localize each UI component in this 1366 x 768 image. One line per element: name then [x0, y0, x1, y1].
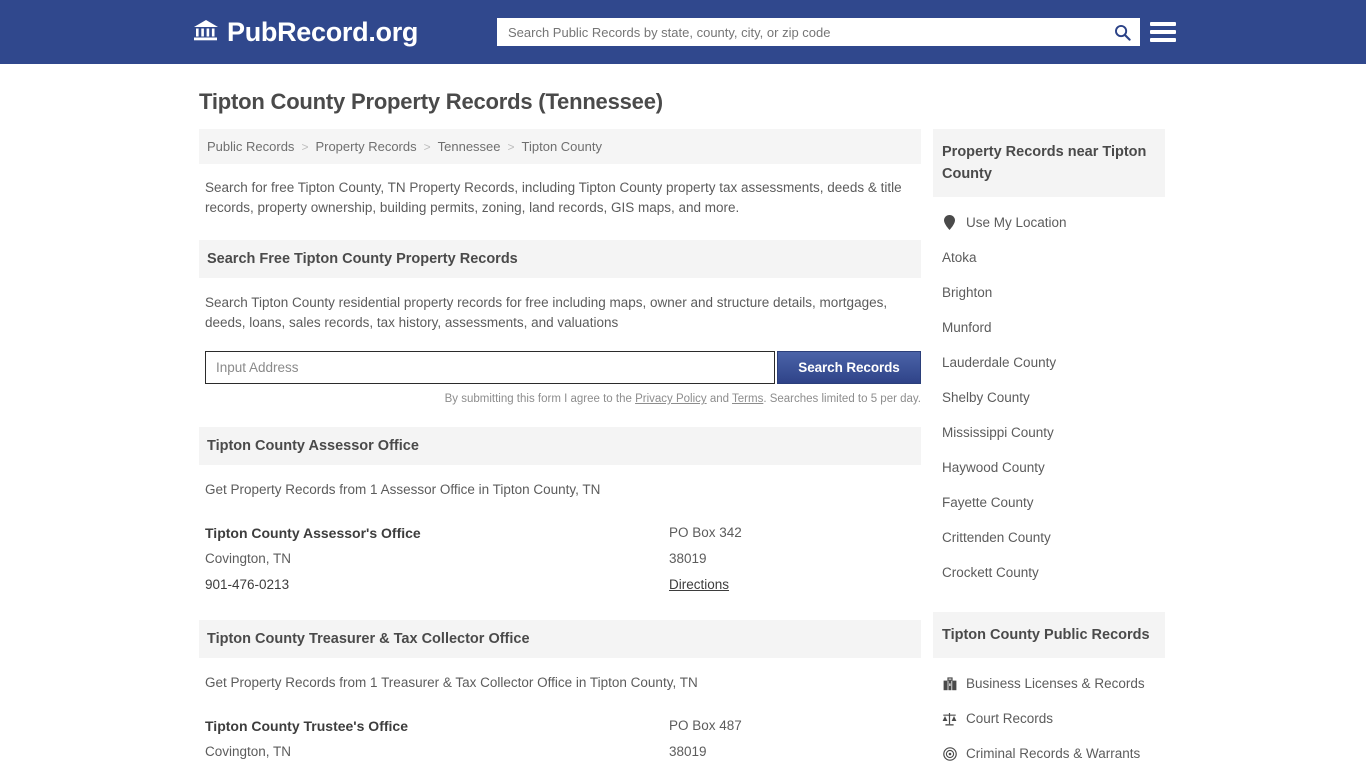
treasurer-section-body: Get Property Records from 1 Treasurer & … — [199, 658, 921, 768]
treasurer-section-heading: Tipton County Treasurer & Tax Collector … — [199, 620, 921, 658]
sidebar-item-label: Court Records — [966, 711, 1054, 726]
treasurer-section-description: Get Property Records from 1 Treasurer & … — [205, 675, 698, 690]
hamburger-menu-icon[interactable] — [1150, 20, 1176, 44]
sidebar-item-label: Munford — [942, 320, 992, 335]
address-input[interactable] — [205, 351, 775, 384]
site-logo[interactable]: PubRecord.org — [193, 18, 418, 47]
office-entry: Tipton County Trustee's Office Covington… — [205, 693, 915, 768]
header-search-bar[interactable] — [497, 18, 1140, 46]
office-phone: 901-476-0213 — [205, 577, 290, 592]
breadcrumb-item-public-records[interactable]: Public Records — [207, 139, 294, 154]
sidebar-item-haywood-county[interactable]: Haywood County — [942, 450, 1165, 485]
sidebar-item-lauderdale-county[interactable]: Lauderdale County — [942, 345, 1165, 380]
breadcrumb-item-property-records[interactable]: Property Records — [315, 139, 416, 154]
office-name[interactable]: Tipton County Assessor's Office — [205, 520, 669, 546]
hamburger-bar — [1150, 22, 1176, 26]
sidebar-item-label: Crittenden County — [942, 530, 1051, 545]
terms-link[interactable]: Terms — [732, 393, 763, 405]
breadcrumb-separator: > — [507, 139, 515, 154]
assessor-section-description: Get Property Records from 1 Assessor Off… — [205, 482, 601, 497]
office-city: Covington, TN — [205, 744, 292, 759]
page-title: Tipton County Property Records (Tennesse… — [199, 89, 663, 114]
breadcrumb-item-tipton-county[interactable]: Tipton County — [522, 139, 602, 154]
sidebar-item-munford[interactable]: Munford — [942, 310, 1165, 345]
breadcrumb-separator: > — [301, 139, 309, 154]
sidebar-item-court-records[interactable]: Court Records — [942, 701, 1165, 736]
hamburger-bar — [1150, 38, 1176, 42]
disclaimer-suffix: . Searches limited to 5 per day. — [763, 393, 921, 405]
sidebar-item-label: Lauderdale County — [942, 355, 1057, 370]
search-section-heading: Search Free Tipton County Property Recor… — [199, 240, 921, 278]
sidebar-item-shelby-county[interactable]: Shelby County — [942, 380, 1165, 415]
sidebar-item-use-my-location[interactable]: Use My Location — [942, 205, 1165, 240]
office-right-column: PO Box 487 38019 Directions — [669, 713, 909, 768]
page-intro-text: Search for free Tipton County, TN Proper… — [205, 180, 902, 215]
search-icon[interactable] — [1105, 19, 1139, 45]
page-container: Tipton County Property Records (Tennesse… — [0, 89, 1366, 768]
disclaimer-mid: and — [706, 393, 733, 405]
main-content: Public Records > Property Records > Tenn… — [199, 129, 921, 768]
public-records-panel: Tipton County Public Records Business Li… — [933, 612, 1165, 768]
breadcrumb: Public Records > Property Records > Tenn… — [199, 129, 921, 164]
fingerprint-icon — [942, 746, 957, 761]
logo-text: PubRecord.org — [227, 16, 419, 47]
office-right-column: PO Box 342 38019 Directions — [669, 520, 909, 598]
office-city: Covington, TN — [205, 551, 292, 566]
office-zip: 38019 — [669, 744, 707, 759]
sidebar-item-label: Mississippi County — [942, 425, 1054, 440]
breadcrumb-separator: > — [423, 139, 431, 154]
sidebar-item-label: Atoka — [942, 250, 977, 265]
sidebar-item-mississippi-county[interactable]: Mississippi County — [942, 415, 1165, 450]
privacy-policy-link[interactable]: Privacy Policy — [635, 393, 707, 405]
site-header: PubRecord.org — [0, 0, 1366, 64]
public-records-list: Business Licenses & Records Court Record… — [933, 658, 1165, 768]
form-disclaimer: By submitting this form I agree to the P… — [205, 393, 921, 405]
assessor-section-body: Get Property Records from 1 Assessor Off… — [199, 465, 921, 598]
sidebar-item-crittenden-county[interactable]: Crittenden County — [942, 520, 1165, 555]
nearby-records-panel: Property Records near Tipton County Use … — [933, 129, 1165, 590]
sidebar-item-business-licenses[interactable]: Business Licenses & Records — [942, 666, 1165, 701]
sidebar-item-label: Crockett County — [942, 565, 1039, 580]
search-section-body: Search Tipton County residential propert… — [199, 278, 921, 405]
office-directions-link[interactable]: Directions — [669, 577, 729, 592]
sidebar-item-label: Use My Location — [966, 215, 1067, 230]
search-section-description: Search Tipton County residential propert… — [205, 295, 888, 330]
office-zip: 38019 — [669, 551, 707, 566]
nearby-records-heading: Property Records near Tipton County — [933, 129, 1165, 197]
sidebar-item-label: Shelby County — [942, 390, 1030, 405]
briefcase-icon — [942, 676, 957, 691]
public-records-heading: Tipton County Public Records — [933, 612, 1165, 658]
nearby-records-list: Use My Location Atoka Brighton Munford L… — [933, 197, 1165, 590]
address-search-form: Search Records — [205, 351, 921, 384]
sidebar-item-crockett-county[interactable]: Crockett County — [942, 555, 1165, 590]
sidebar-item-label: Fayette County — [942, 495, 1034, 510]
sidebar-item-label: Business Licenses & Records — [966, 676, 1145, 691]
hamburger-bar — [1150, 30, 1176, 34]
content-columns: Public Records > Property Records > Tenn… — [199, 129, 1173, 768]
scales-of-justice-icon — [942, 712, 957, 726]
office-left-column: Tipton County Trustee's Office Covington… — [205, 713, 669, 768]
sidebar: Property Records near Tipton County Use … — [933, 129, 1165, 768]
office-po-box: PO Box 487 — [669, 718, 742, 733]
bank-building-icon — [193, 18, 219, 47]
sidebar-item-label: Criminal Records & Warrants — [966, 746, 1141, 761]
sidebar-item-criminal-records[interactable]: Criminal Records & Warrants — [942, 736, 1165, 768]
sidebar-item-label: Haywood County — [942, 460, 1045, 475]
map-pin-icon — [942, 215, 957, 230]
office-left-column: Tipton County Assessor's Office Covingto… — [205, 520, 669, 598]
disclaimer-prefix: By submitting this form I agree to the — [444, 393, 636, 405]
search-records-button[interactable]: Search Records — [777, 351, 921, 384]
sidebar-item-fayette-county[interactable]: Fayette County — [942, 485, 1165, 520]
sidebar-item-brighton[interactable]: Brighton — [942, 275, 1165, 310]
office-po-box: PO Box 342 — [669, 525, 742, 540]
assessor-section-heading: Tipton County Assessor Office — [199, 427, 921, 465]
sidebar-item-label: Brighton — [942, 285, 993, 300]
office-name[interactable]: Tipton County Trustee's Office — [205, 713, 669, 739]
breadcrumb-item-tennessee[interactable]: Tennessee — [438, 139, 501, 154]
sidebar-item-atoka[interactable]: Atoka — [942, 240, 1165, 275]
search-input[interactable] — [498, 19, 1105, 45]
office-entry: Tipton County Assessor's Office Covingto… — [205, 500, 915, 598]
